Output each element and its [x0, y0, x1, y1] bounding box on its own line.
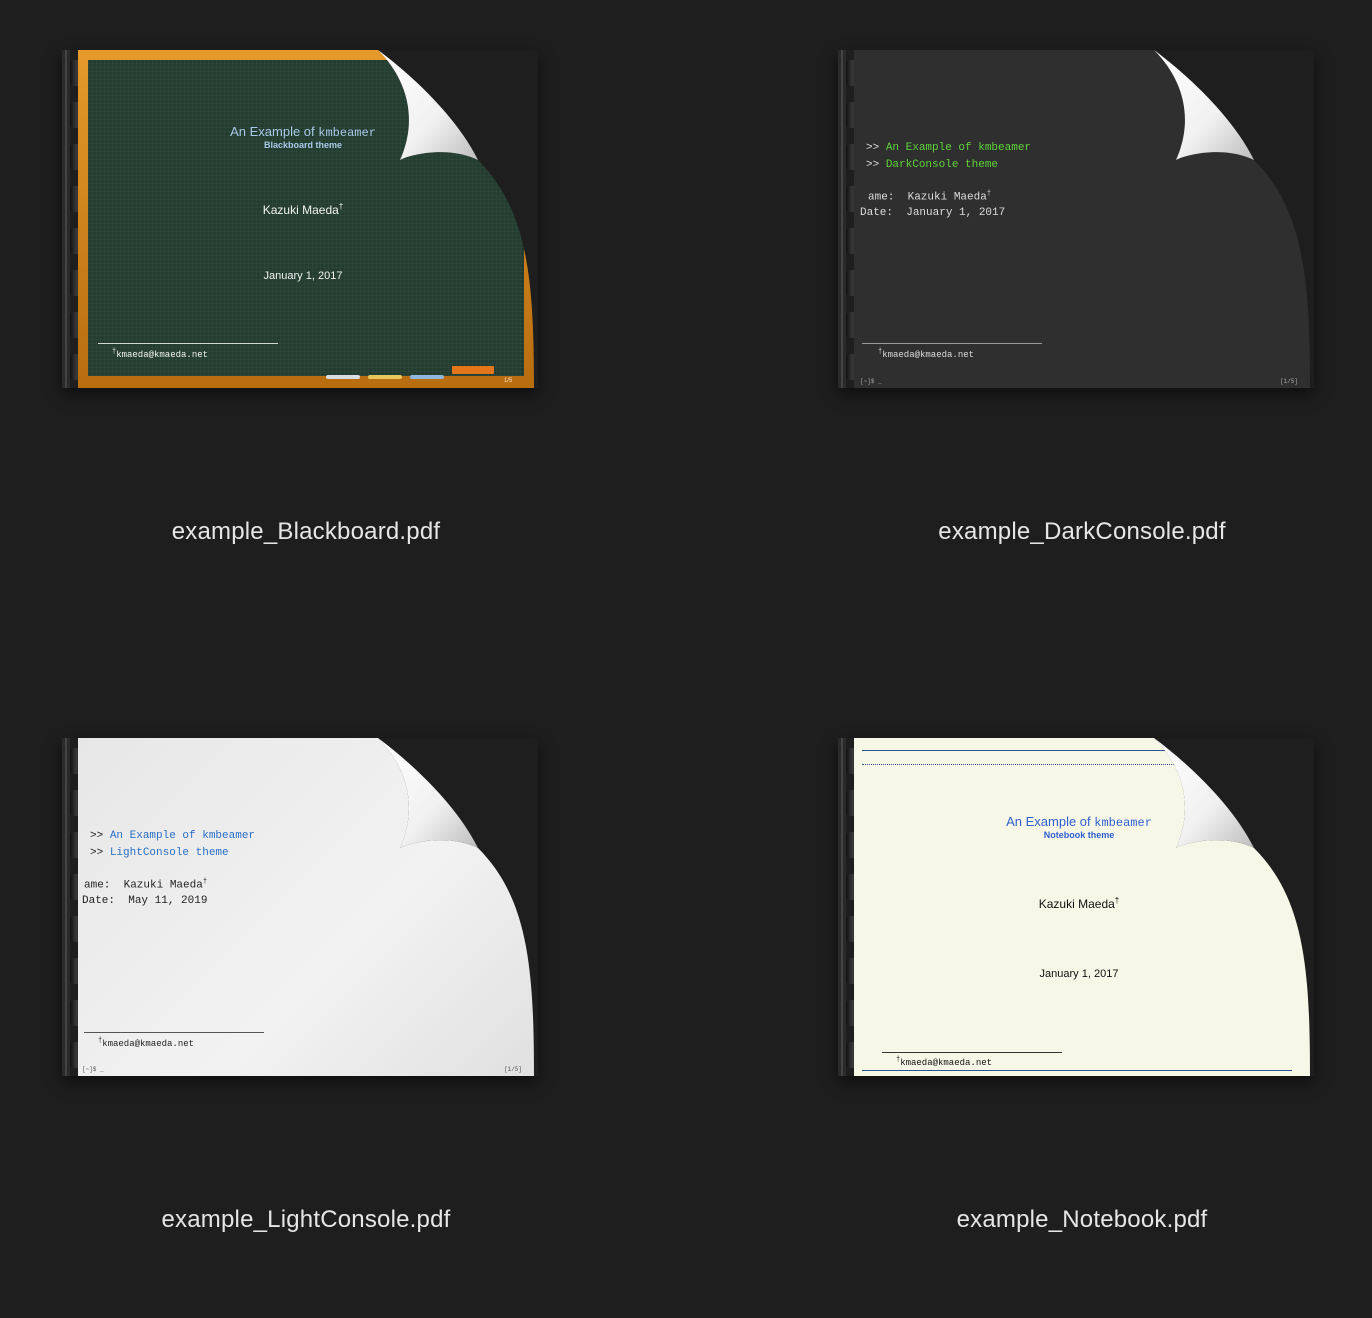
file-name-label[interactable]: example_Notebook.pdf	[776, 1206, 1372, 1234]
console-line-title: >> An Example of kmbeamer	[866, 142, 1032, 154]
slide-footnote: †kmaeda@kmaeda.net	[878, 348, 975, 360]
file-item-darkconsole[interactable]: >> An Example of kmbeamer >> DarkConsole…	[0, 0, 1314, 630]
slide-footnote: †kmaeda@kmaeda.net	[896, 1056, 993, 1068]
slide-title: An Example of kmbeamer	[1006, 814, 1152, 830]
console-line-subtitle: >> DarkConsole theme	[866, 159, 999, 171]
file-item-notebook[interactable]: 2/5 An Example of kmbeamer Notebook them…	[0, 688, 1314, 1318]
console-date-line: Date: January 1, 2017	[860, 207, 1006, 219]
file-name-label[interactable]: example_DarkConsole.pdf	[776, 518, 1372, 546]
binding-spine	[838, 50, 846, 388]
pdf-thumbnail[interactable]: >> An Example of kmbeamer >> DarkConsole…	[838, 50, 1314, 388]
slide-author: Kazuki Maeda†	[1038, 896, 1120, 911]
binding-spine	[838, 738, 846, 1076]
notebook-rule-dotted	[862, 764, 1302, 765]
slide-subtitle: Notebook theme	[1043, 830, 1115, 840]
console-name-line: ame: Kazuki Maeda†	[868, 190, 992, 204]
slide-page: >> An Example of kmbeamer >> DarkConsole…	[854, 50, 1314, 388]
footnote-rule	[862, 343, 1042, 344]
console-prompt-footer: [~]$ _	[860, 378, 882, 385]
pdf-thumbnail[interactable]: 2/5 An Example of kmbeamer Notebook them…	[838, 738, 1314, 1076]
footnote-rule	[882, 1052, 1062, 1053]
slide-date: January 1, 2017	[1039, 968, 1119, 980]
page-number: 2/5	[1284, 742, 1294, 749]
slide-page: 2/5 An Example of kmbeamer Notebook them…	[854, 738, 1314, 1076]
page-number: [1/5]	[1280, 378, 1299, 385]
notebook-rule-bottom	[862, 1070, 1292, 1071]
notebook-rule-top	[862, 750, 1302, 751]
